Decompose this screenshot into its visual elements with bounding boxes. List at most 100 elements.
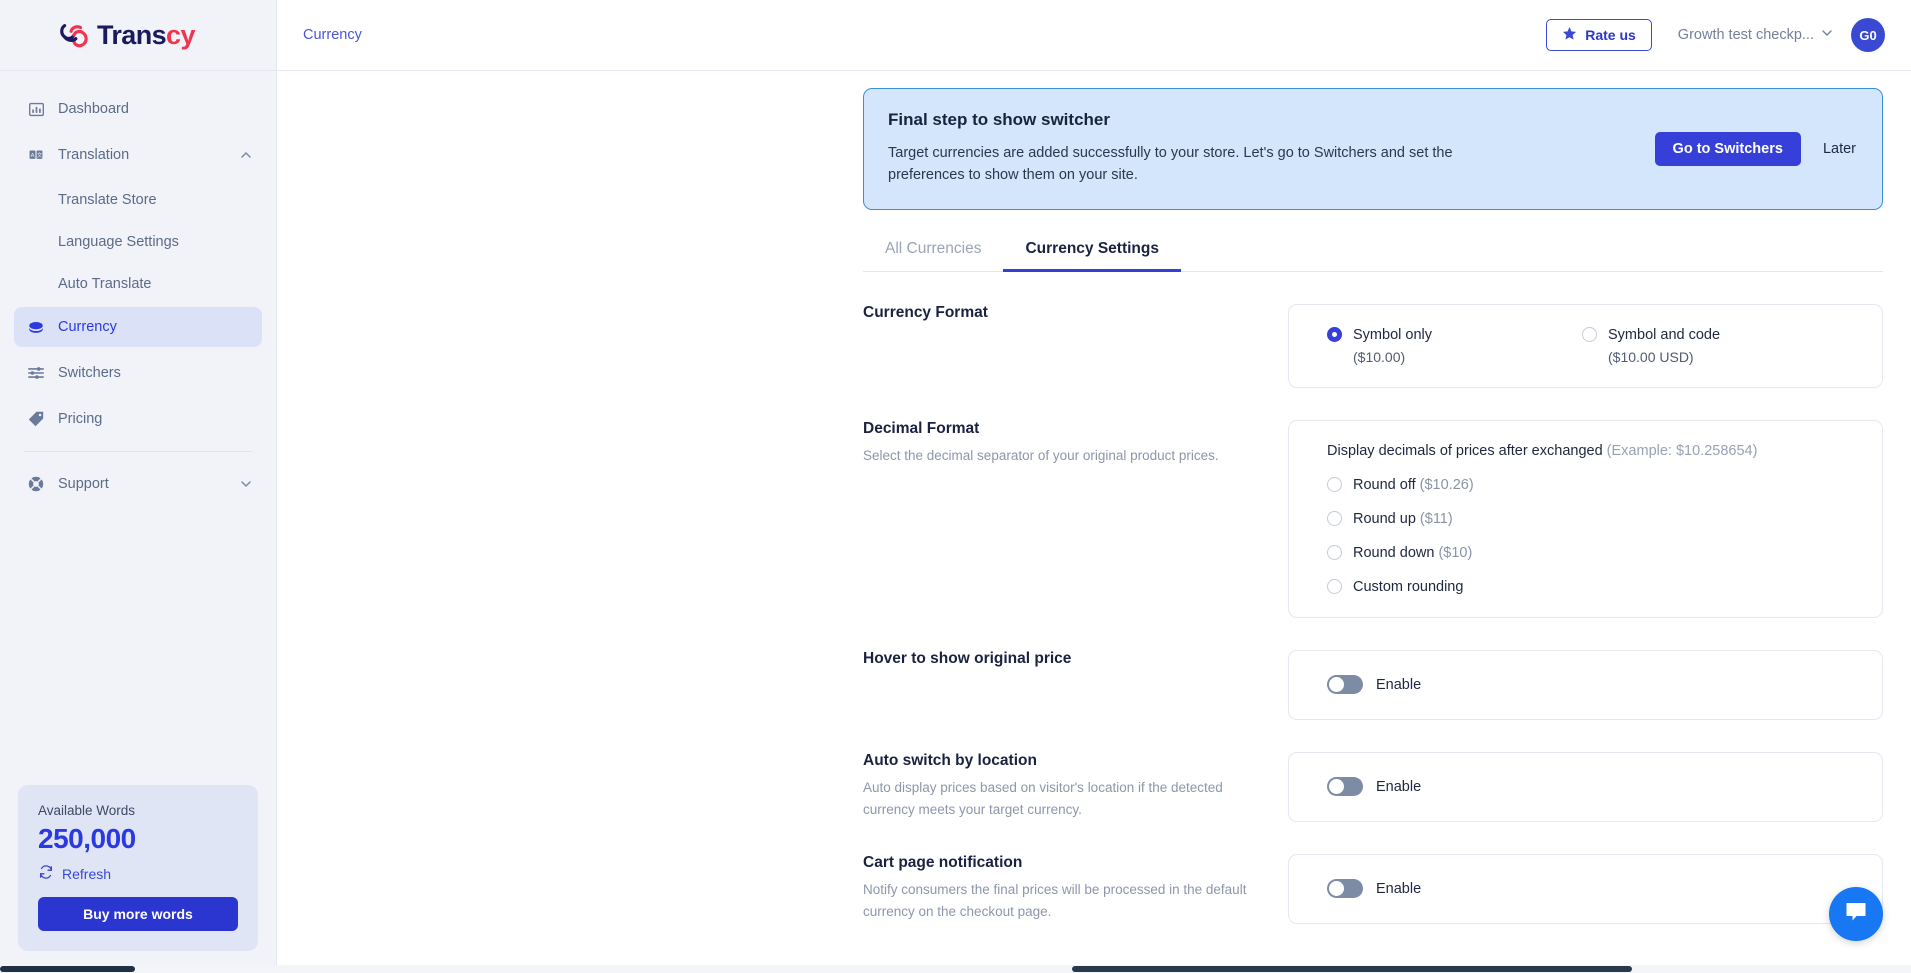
section-currency-format: Currency Format Symbol only ($10.00) Sym…	[863, 272, 1883, 388]
banner-text: Final step to show switcher Target curre…	[888, 110, 1655, 187]
section-desc: Notify consumers the final prices will b…	[863, 881, 1247, 919]
option-label: Custom rounding	[1353, 579, 1463, 595]
currency-format-options: Symbol only ($10.00) Symbol and code ($1…	[1327, 327, 1852, 365]
radio-label: Symbol and code	[1608, 326, 1721, 343]
toggle-label: Enable	[1376, 778, 1422, 795]
hover-price-toggle[interactable]	[1327, 675, 1363, 695]
sidebar-nav: Dashboard A 文 Translation Translate Stor…	[0, 71, 276, 785]
currency-format-option-symbol-and-code[interactable]: Symbol and code ($10.00 USD)	[1582, 327, 1837, 365]
section-title: Decimal Format	[863, 419, 980, 437]
toggle-label: Enable	[1376, 676, 1422, 693]
horizontal-scrollbar[interactable]	[0, 965, 1911, 973]
sidebar-item-auto-translate[interactable]: Auto Translate	[14, 265, 262, 303]
brand-logo[interactable]: Transcy	[58, 20, 195, 51]
store-name: Growth test checkp...	[1677, 27, 1814, 43]
cart-notification-toggle[interactable]	[1327, 879, 1363, 899]
later-button[interactable]: Later	[1823, 141, 1856, 157]
sidebar: Transcy Dashboard A 文 Translation Transl…	[0, 0, 277, 973]
svg-text:A: A	[31, 153, 35, 159]
section-hover-price: Hover to show original price Enable	[863, 618, 1883, 720]
available-words-label: Available Words	[38, 803, 136, 818]
sidebar-item-label: Support	[58, 476, 109, 492]
sidebar-item-label: Currency	[58, 319, 117, 335]
star-icon	[1562, 26, 1577, 44]
auto-switch-toggle[interactable]	[1327, 777, 1363, 797]
radio-symbol-and-code[interactable]	[1582, 327, 1597, 343]
hover-price-panel: Enable	[1288, 649, 1883, 720]
chevron-up-icon[interactable]	[240, 149, 252, 161]
tab-all-currencies[interactable]: All Currencies	[863, 240, 1003, 272]
radio-round-down[interactable]	[1327, 545, 1342, 561]
scrollbar-thumb-left[interactable]	[0, 966, 135, 972]
store-selector[interactable]: Growth test checkp...	[1678, 27, 1833, 43]
decimal-option-round-off[interactable]: Round off ($10.26)	[1327, 477, 1852, 493]
tab-currency-settings[interactable]: Currency Settings	[1003, 240, 1181, 272]
section-label: Currency Format	[863, 304, 1288, 388]
banner-actions: Go to Switchers Later	[1654, 132, 1856, 166]
switcher-banner: Final step to show switcher Target curre…	[863, 88, 1883, 210]
auto-switch-toggle-wrap: Enable	[1327, 777, 1422, 797]
buy-more-words-button[interactable]: Buy more words	[38, 897, 238, 931]
brand-name-accent: cy	[166, 19, 195, 50]
sidebar-item-currency[interactable]: Currency	[14, 307, 262, 347]
scrollbar-thumb[interactable]	[1072, 966, 1632, 972]
chat-bubble-icon	[1843, 899, 1869, 930]
sidebar-item-translate-store[interactable]: Translate Store	[14, 181, 262, 219]
go-to-switchers-button[interactable]: Go to Switchers	[1654, 132, 1801, 166]
section-title: Currency Format	[863, 303, 988, 321]
breadcrumb[interactable]: Currency	[303, 27, 362, 43]
rate-us-button[interactable]: Rate us	[1546, 19, 1652, 51]
decimal-option-custom-rounding[interactable]: Custom rounding	[1327, 579, 1852, 595]
coin-icon	[26, 317, 46, 337]
sidebar-item-switchers[interactable]: Switchers	[14, 353, 262, 393]
sidebar-item-label: Switchers	[58, 365, 121, 381]
tag-icon	[26, 409, 46, 429]
sidebar-item-label: Auto Translate	[58, 276, 152, 292]
topbar: Currency Rate us Growth test checkp... G…	[277, 0, 1911, 71]
sidebar-item-language-settings[interactable]: Language Settings	[14, 223, 262, 261]
auto-switch-panel: Enable	[1288, 751, 1883, 822]
section-title: Cart page notification	[863, 853, 1023, 871]
radio-symbol-only[interactable]	[1327, 327, 1342, 343]
section-label: Hover to show original price	[863, 650, 1288, 720]
sidebar-item-label: Translate Store	[58, 192, 157, 208]
refresh-label: Refresh	[62, 865, 112, 882]
radio-example: ($10.00)	[1353, 348, 1406, 365]
sidebar-item-label: Language Settings	[58, 234, 179, 250]
currency-format-option-symbol-only[interactable]: Symbol only ($10.00)	[1327, 327, 1582, 365]
sidebar-item-dashboard[interactable]: Dashboard	[14, 89, 262, 129]
decimal-option-round-up[interactable]: Round up ($11)	[1327, 511, 1852, 527]
chevron-down-icon	[1821, 27, 1833, 43]
hover-price-toggle-wrap: Enable	[1327, 675, 1422, 695]
sidebar-item-pricing[interactable]: Pricing	[14, 399, 262, 439]
section-title: Hover to show original price	[863, 649, 1072, 667]
toggle-knob	[1329, 677, 1344, 693]
cart-notification-panel: Enable	[1288, 853, 1883, 924]
decimal-format-panel: Display decimals of prices after exchang…	[1288, 419, 1883, 618]
decimal-panel-heading-example: (Example: $10.258654)	[1606, 442, 1758, 459]
option-example: ($10)	[1438, 544, 1473, 561]
option-example: ($10.26)	[1419, 476, 1474, 493]
logo-area: Transcy	[0, 0, 276, 71]
radio-label: Symbol only	[1353, 326, 1432, 343]
option-text: Custom rounding	[1353, 578, 1464, 595]
section-label: Cart page notification Notify consumers …	[863, 854, 1288, 924]
translate-icon: A 文	[26, 145, 46, 165]
sidebar-item-label: Translation	[58, 147, 130, 163]
sidebar-item-translation[interactable]: A 文 Translation	[14, 135, 262, 175]
radio-round-off[interactable]	[1327, 477, 1342, 493]
section-decimal-format: Decimal Format Select the decimal separa…	[863, 388, 1883, 618]
decimal-panel-heading-text: Display decimals of prices after exchang…	[1327, 442, 1603, 459]
chat-widget-button[interactable]	[1829, 887, 1883, 941]
topbar-right: Rate us Growth test checkp... G0	[1546, 18, 1885, 52]
avatar[interactable]: G0	[1851, 18, 1885, 52]
sidebar-item-support[interactable]: Support	[14, 464, 262, 504]
option-label: Round down ($10)	[1353, 545, 1472, 561]
decimal-option-round-down[interactable]: Round down ($10)	[1327, 545, 1852, 561]
chevron-down-icon[interactable]	[240, 478, 252, 490]
brand-name: Transcy	[97, 20, 195, 51]
radio-round-up[interactable]	[1327, 511, 1342, 527]
refresh-words-button[interactable]: Refresh	[38, 864, 238, 883]
radio-custom-rounding[interactable]	[1327, 579, 1342, 595]
sliders-icon	[26, 363, 46, 383]
